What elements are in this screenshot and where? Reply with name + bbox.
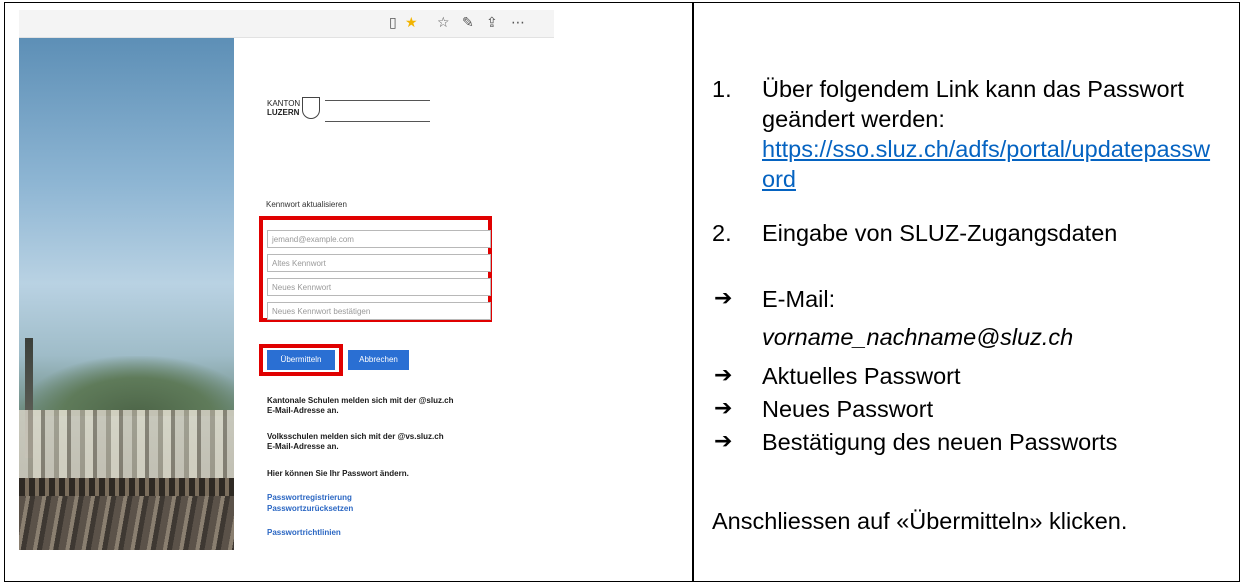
arrow-right-icon: ➔	[714, 286, 733, 311]
logo-line2: LUZERN	[267, 108, 300, 117]
new-password-input[interactable]: Neues Kennwort	[267, 278, 491, 296]
step-1-number: 1.	[712, 76, 732, 102]
final-instruction: Anschliessen auf «Übermitteln» klicken.	[712, 508, 1128, 534]
share-icon[interactable]: ⇪	[486, 14, 498, 32]
password-guidelines-link[interactable]: Passwortrichtlinien	[267, 528, 341, 538]
new-password-text: Neues Passwort	[762, 396, 934, 422]
photo-water	[19, 496, 234, 550]
photo-town	[19, 410, 234, 480]
step-2-text: Eingabe von SLUZ-Zugangsdaten	[762, 220, 1118, 246]
info-volk-line2: E-Mail-Adresse an.	[267, 442, 339, 451]
info-change-here: Hier können Sie Ihr Passwort ändern.	[267, 469, 409, 478]
lucerne-photo	[19, 38, 234, 550]
info-kantonal-line2: E-Mail-Adresse an.	[267, 406, 339, 415]
logo-text: KANTON LUZERN	[267, 99, 300, 117]
step-1-body: Über folgendem Link kann das Passwort ge…	[762, 74, 1222, 194]
email-input[interactable]: jemand@example.com	[267, 230, 491, 248]
column-divider	[692, 2, 694, 582]
logo-lines	[325, 100, 430, 122]
reading-view-icon[interactable]: ▯	[389, 14, 397, 32]
email-value: vorname_nachname@sluz.ch	[762, 324, 1074, 350]
arrow-right-icon: ➔	[714, 396, 733, 421]
confirm-password-text: Bestätigung des neuen Passworts	[762, 429, 1118, 455]
favorite-star-icon[interactable]: ★	[405, 14, 418, 32]
password-page-screenshot: ▯ ★ ☆ ✎ ⇪ ⋯ KANTON LUZERN Kennwort aktua…	[19, 10, 554, 550]
logo-shield-icon	[302, 97, 320, 119]
info-volk-line1: Volksschulen melden sich mit der @vs.slu…	[267, 432, 444, 441]
form-title: Kennwort aktualisieren	[266, 200, 347, 209]
kanton-luzern-logo: KANTON LUZERN	[267, 97, 432, 127]
step-2-number: 2.	[712, 220, 732, 246]
logo-line1: KANTON	[267, 99, 301, 108]
photo-hill	[19, 356, 234, 416]
update-password-link[interactable]: https://sso.sluz.ch/adfs/portal/updatepa…	[762, 134, 1222, 194]
info-kantonal-line1: Kantonale Schulen melden sich mit der @s…	[267, 396, 454, 405]
email-label: E-Mail:	[762, 286, 836, 312]
photo-bridge	[19, 478, 234, 496]
favorites-list-icon[interactable]: ☆	[437, 14, 450, 32]
pen-icon[interactable]: ✎	[462, 14, 474, 32]
old-password-input[interactable]: Altes Kennwort	[267, 254, 491, 272]
cancel-button[interactable]: Abbrechen	[348, 350, 409, 370]
step-1-text: Über folgendem Link kann das Passwort ge…	[762, 76, 1184, 132]
arrow-right-icon: ➔	[714, 363, 733, 388]
password-reset-link[interactable]: Passwortzurücksetzen	[267, 504, 353, 514]
current-password-text: Aktuelles Passwort	[762, 363, 961, 389]
submit-button[interactable]: Übermitteln	[267, 350, 335, 370]
browser-toolbar: ▯ ★ ☆ ✎ ⇪ ⋯	[19, 10, 554, 38]
password-registration-link[interactable]: Passwortregistrierung	[267, 493, 352, 503]
more-icon[interactable]: ⋯	[511, 14, 525, 32]
arrow-right-icon: ➔	[714, 429, 733, 454]
instructions-column: 1. Über folgendem Link kann das Passwort…	[712, 0, 1237, 580]
confirm-password-input[interactable]: Neues Kennwort bestätigen	[267, 302, 491, 320]
